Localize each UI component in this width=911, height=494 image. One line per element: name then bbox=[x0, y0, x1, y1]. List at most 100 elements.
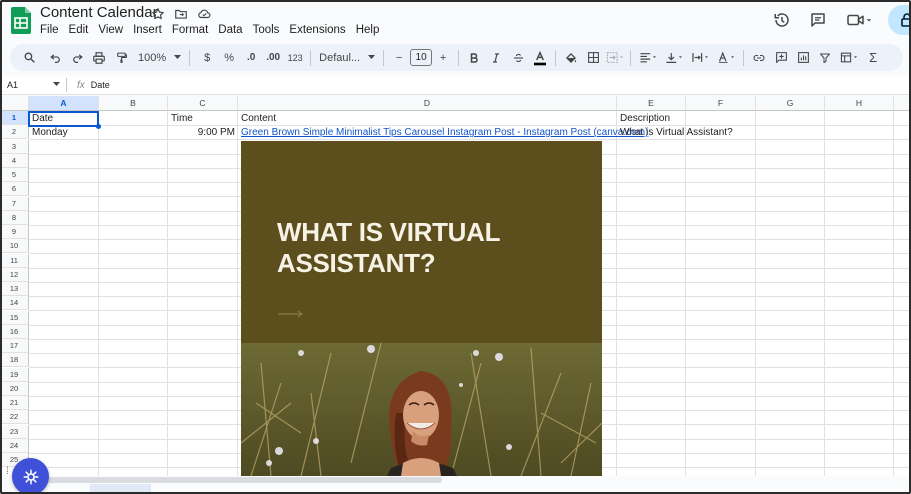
menu-data[interactable]: Data bbox=[213, 23, 247, 37]
cloud-saved-icon[interactable] bbox=[196, 6, 212, 22]
horizontal-align-icon[interactable] bbox=[635, 47, 661, 69]
menu-edit[interactable]: Edit bbox=[64, 23, 94, 37]
version-history-icon[interactable] bbox=[772, 10, 792, 30]
row-header-17[interactable]: 17 bbox=[0, 339, 29, 353]
row-header-10[interactable]: 10 bbox=[0, 239, 29, 254]
insert-link-icon[interactable] bbox=[748, 47, 770, 69]
insert-comment-icon[interactable] bbox=[770, 47, 792, 69]
row-header-14[interactable]: 14 bbox=[0, 296, 29, 311]
sheets-logo-icon[interactable] bbox=[11, 7, 31, 34]
row-header-22[interactable]: 22 bbox=[0, 410, 29, 425]
percent-format-button[interactable]: % bbox=[218, 47, 240, 69]
row-header-13[interactable]: 13 bbox=[0, 282, 29, 296]
row-header-16[interactable]: 16 bbox=[0, 324, 29, 339]
meet-camera-icon[interactable] bbox=[844, 10, 876, 30]
decrease-decimal-button[interactable]: .0 bbox=[240, 47, 262, 69]
horizontal-scrollbar[interactable] bbox=[30, 477, 442, 483]
row-header-3[interactable]: 3 bbox=[0, 139, 29, 154]
vertical-align-icon[interactable] bbox=[661, 47, 687, 69]
row-header-8[interactable]: 8 bbox=[0, 210, 29, 225]
search-menus-icon[interactable] bbox=[18, 47, 40, 69]
bold-icon[interactable] bbox=[463, 47, 485, 69]
column-header-h[interactable]: H bbox=[825, 96, 894, 111]
text-wrapping-icon[interactable] bbox=[687, 47, 713, 69]
print-icon[interactable] bbox=[88, 47, 110, 69]
formula-input[interactable]: Date bbox=[91, 80, 911, 90]
row-header-5[interactable]: 5 bbox=[0, 168, 29, 182]
column-header-i[interactable] bbox=[894, 96, 911, 111]
increase-font-size-button[interactable]: + bbox=[432, 47, 454, 69]
cell-c1[interactable]: Time bbox=[168, 112, 238, 126]
cell-e1[interactable]: Description bbox=[617, 112, 686, 126]
row-header-12[interactable]: 12 bbox=[0, 267, 29, 282]
row-header-18[interactable]: 18 bbox=[0, 353, 29, 368]
filter-icon[interactable] bbox=[814, 47, 836, 69]
menu-view[interactable]: View bbox=[93, 23, 128, 37]
document-title[interactable]: Content Calendar bbox=[40, 4, 158, 21]
cell-c2[interactable]: 9:00 PM bbox=[168, 126, 238, 140]
row-header-9[interactable]: 9 bbox=[0, 225, 29, 239]
cell-d2[interactable]: Green Brown Simple Minimalist Tips Carou… bbox=[238, 126, 648, 140]
row-header-6[interactable]: 6 bbox=[0, 182, 29, 197]
menu-format[interactable]: Format bbox=[167, 23, 213, 37]
row-header-19[interactable]: 19 bbox=[0, 367, 29, 382]
fill-handle[interactable] bbox=[96, 124, 101, 129]
text-rotation-icon[interactable] bbox=[713, 47, 739, 69]
increase-decimal-button[interactable]: .00 bbox=[262, 47, 284, 69]
move-folder-icon[interactable] bbox=[173, 6, 189, 22]
strikethrough-icon[interactable] bbox=[507, 47, 529, 69]
spreadsheet-grid[interactable]: A B C D E F G H 1 2 3 4 5 6 7 8 9 10 11 12 13 14 15 16 1… bbox=[0, 96, 911, 476]
merge-cells-icon[interactable] bbox=[604, 47, 626, 69]
paint-format-icon[interactable] bbox=[110, 47, 132, 69]
italic-icon[interactable] bbox=[485, 47, 507, 69]
cell-e2[interactable]: What is Virtual Assistant? bbox=[617, 126, 737, 140]
column-header-a[interactable]: A bbox=[29, 96, 99, 111]
menu-insert[interactable]: Insert bbox=[128, 23, 167, 37]
column-header-d[interactable]: D bbox=[238, 96, 617, 111]
row-header-11[interactable]: 11 bbox=[0, 253, 29, 268]
currency-format-button[interactable]: $ bbox=[196, 47, 218, 69]
decrease-font-size-button[interactable]: − bbox=[388, 47, 410, 69]
row-header-1[interactable]: 1 bbox=[0, 111, 29, 125]
column-header-b[interactable]: B bbox=[99, 96, 168, 111]
row-header-15[interactable]: 15 bbox=[0, 310, 29, 325]
row-header-20[interactable]: 20 bbox=[0, 381, 29, 396]
zoom-select[interactable]: 100% bbox=[138, 47, 182, 69]
comments-icon[interactable] bbox=[808, 10, 828, 30]
canva-link[interactable]: Green Brown Simple Minimalist Tips Carou… bbox=[241, 127, 648, 138]
assistant-fab-button[interactable] bbox=[12, 458, 49, 494]
cell-a2[interactable]: Monday bbox=[29, 126, 99, 140]
name-box[interactable]: A1 bbox=[0, 80, 66, 90]
borders-icon[interactable] bbox=[582, 47, 604, 69]
menu-tools[interactable]: Tools bbox=[248, 23, 285, 37]
menu-extensions[interactable]: Extensions bbox=[284, 23, 350, 37]
font-size-input[interactable]: 10 bbox=[410, 49, 433, 66]
column-header-e[interactable]: E bbox=[617, 96, 686, 111]
column-header-f[interactable]: F bbox=[686, 96, 756, 111]
filter-views-icon[interactable] bbox=[836, 47, 862, 69]
text-color-icon[interactable] bbox=[529, 47, 551, 69]
number-format-button[interactable]: 123 bbox=[284, 47, 306, 69]
menu-file[interactable]: File bbox=[40, 23, 64, 37]
undo-icon[interactable] bbox=[44, 47, 66, 69]
row-header-4[interactable]: 4 bbox=[0, 153, 29, 168]
row-header-2[interactable]: 2 bbox=[0, 125, 29, 140]
row-header-21[interactable]: 21 bbox=[0, 396, 29, 410]
menu-help[interactable]: Help bbox=[351, 23, 385, 37]
functions-icon[interactable]: Σ bbox=[862, 47, 884, 69]
row-header-23[interactable]: 23 bbox=[0, 424, 29, 439]
fill-color-icon[interactable] bbox=[560, 47, 582, 69]
select-all-corner[interactable] bbox=[0, 96, 29, 111]
row-header-24[interactable]: 24 bbox=[0, 438, 29, 453]
insert-chart-icon[interactable] bbox=[792, 47, 814, 69]
embedded-canva-image[interactable]: WHAT IS VIRTUAL ASSISTANT? bbox=[241, 141, 602, 476]
column-header-c[interactable]: C bbox=[168, 96, 238, 111]
row-header-7[interactable]: 7 bbox=[0, 196, 29, 211]
font-select[interactable]: Defaul... bbox=[319, 47, 376, 69]
share-button[interactable] bbox=[888, 5, 911, 35]
cell-d1[interactable]: Content bbox=[238, 112, 617, 126]
sheet-tab[interactable] bbox=[90, 484, 151, 494]
redo-icon[interactable] bbox=[66, 47, 88, 69]
star-icon[interactable] bbox=[150, 6, 166, 22]
column-header-g[interactable]: G bbox=[756, 96, 825, 111]
